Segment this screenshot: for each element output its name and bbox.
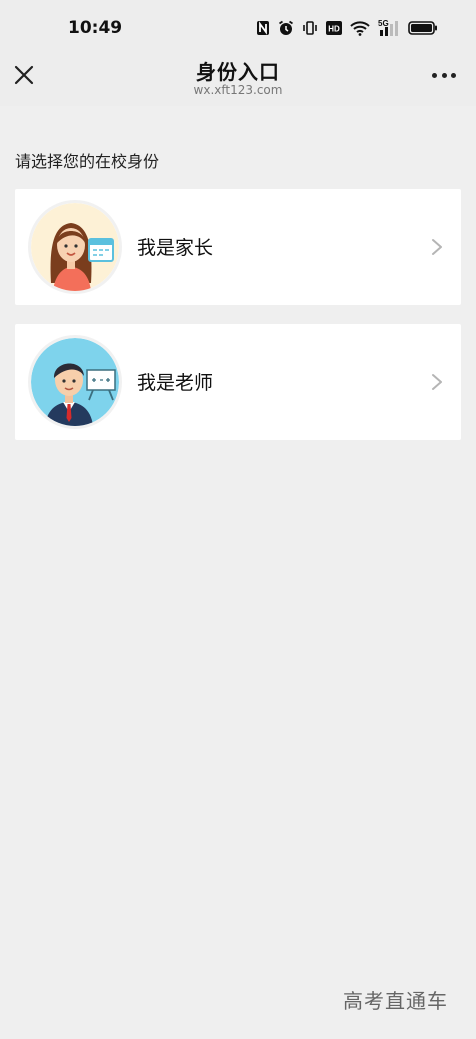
signal-5g-icon: 5G — [378, 19, 400, 37]
hd-icon: HD — [326, 21, 342, 35]
page-url: wx.xft123.com — [193, 83, 283, 97]
battery-icon — [408, 21, 438, 35]
page-title: 身份入口 — [196, 60, 280, 84]
teacher-avatar-icon — [31, 338, 119, 426]
option-parent-label: 我是家长 — [137, 237, 214, 259]
more-dot-icon — [441, 72, 447, 78]
status-time: 10:49 — [68, 18, 123, 38]
more-dot-icon — [432, 72, 437, 78]
identity-prompt: 请选择您的在校身份 — [15, 152, 160, 171]
more-dot-icon — [451, 72, 456, 78]
chevron-right-icon — [431, 238, 443, 256]
status-icons: HD 5G — [256, 19, 438, 37]
nav-bar: 身份入口 wx.xft123.com — [0, 40, 476, 106]
watermark: 高考直通车 — [343, 989, 448, 1013]
option-teacher-label: 我是老师 — [137, 372, 214, 394]
nfc-icon — [256, 20, 270, 36]
more-button[interactable] — [432, 71, 456, 79]
vibrate-icon — [302, 20, 318, 36]
svg-text:5G: 5G — [378, 19, 389, 28]
svg-text:HD: HD — [328, 25, 340, 34]
option-parent[interactable]: 我是家长 — [15, 189, 461, 305]
alarm-icon — [278, 20, 294, 36]
option-teacher[interactable]: 我是老师 — [15, 324, 461, 440]
wifi-icon — [350, 20, 370, 36]
chevron-right-icon — [431, 373, 443, 391]
parent-avatar-icon — [31, 203, 119, 291]
